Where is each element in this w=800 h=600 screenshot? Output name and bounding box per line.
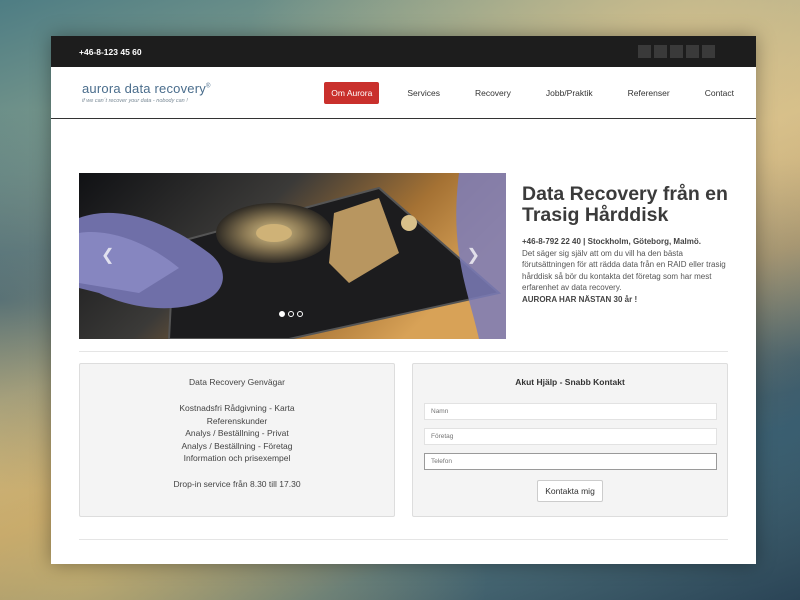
- shortcut-link[interactable]: Analys / Beställning - Privat: [80, 427, 394, 440]
- divider: [79, 351, 728, 352]
- top-bar: +46-8-123 45 60: [51, 36, 756, 67]
- social-icon-3[interactable]: [670, 45, 683, 58]
- top-phone[interactable]: +46-8-123 45 60: [79, 47, 142, 57]
- footer-divider: [79, 539, 728, 540]
- contact-me-button[interactable]: Kontakta mig: [537, 480, 603, 502]
- name-field[interactable]: [424, 403, 717, 420]
- nav-referenser[interactable]: Referenser: [621, 82, 677, 104]
- shortcut-link[interactable]: Kostnadsfri Rådgivning - Karta: [80, 402, 394, 415]
- chevron-right-icon: ❯: [466, 247, 480, 264]
- social-icon-1[interactable]: [638, 45, 651, 58]
- dropin-text: Drop-in service från 8.30 till 17.30: [173, 478, 301, 489]
- company-field[interactable]: [424, 428, 717, 445]
- slider-dots: [279, 311, 303, 317]
- quick-contact-title: Akut Hjälp - Snabb Kontakt: [515, 377, 625, 387]
- slider-dot-1[interactable]: [279, 311, 285, 317]
- hero-contact-line: +46-8-792 22 40 | Stockholm, Göteborg, M…: [522, 237, 701, 246]
- nav-jobb-praktik[interactable]: Jobb/Praktik: [539, 82, 600, 104]
- social-icon-2[interactable]: [654, 45, 667, 58]
- shortcuts-panel: Data Recovery Genvägar Kostnadsfri Rådgi…: [79, 363, 395, 517]
- shortcut-link[interactable]: Analys / Beställning - Företag: [80, 440, 394, 453]
- phone-field[interactable]: [424, 453, 717, 470]
- slider-dot-3[interactable]: [297, 311, 303, 317]
- slider-dot-2[interactable]: [288, 311, 294, 317]
- hero-text: Data Recovery från en Trasig Hårddisk +4…: [522, 184, 737, 306]
- social-icons: [638, 45, 715, 58]
- hero-body: Det säger sig själv att om du vill ha de…: [522, 248, 726, 293]
- hero-slider[interactable]: ❮ ❯: [79, 173, 506, 339]
- registered-mark: ®: [205, 83, 211, 90]
- slider-prev-button[interactable]: ❮: [101, 245, 114, 265]
- quick-contact-panel: Akut Hjälp - Snabb Kontakt Kontakta mig: [412, 363, 728, 517]
- logo-tagline: if we can´t recover your data - nobody c…: [82, 98, 188, 104]
- slider-next-button[interactable]: ❯: [467, 245, 480, 265]
- hero-highlight: AURORA HAR NÄSTAN 30 år !: [522, 294, 638, 304]
- shortcut-link[interactable]: Referenskunder: [80, 415, 394, 428]
- social-icon-4[interactable]: [686, 45, 699, 58]
- nav-om-aurora[interactable]: Om Aurora: [324, 81, 380, 104]
- logo-title: aurora data recovery®: [82, 81, 211, 96]
- nav-services[interactable]: Services: [400, 82, 447, 104]
- main-nav: Om Aurora Services Recovery Jobb/Praktik…: [324, 81, 741, 104]
- chevron-left-icon: ❮: [101, 247, 115, 264]
- nav-recovery[interactable]: Recovery: [468, 82, 518, 104]
- website-window: +46-8-123 45 60 aurora data recovery® if…: [51, 36, 756, 564]
- shortcuts-links: Kostnadsfri Rådgivning - Karta Referensk…: [80, 402, 394, 490]
- logo[interactable]: aurora data recovery® if we can´t recove…: [82, 81, 211, 104]
- shortcuts-title: Data Recovery Genvägar: [189, 377, 285, 387]
- hero-title: Data Recovery från en Trasig Hårddisk: [522, 183, 728, 226]
- shortcut-link[interactable]: Information och prisexempel: [80, 452, 394, 465]
- social-icon-5[interactable]: [702, 45, 715, 58]
- nav-contact[interactable]: Contact: [698, 82, 741, 104]
- header: aurora data recovery® if we can´t recove…: [51, 67, 756, 119]
